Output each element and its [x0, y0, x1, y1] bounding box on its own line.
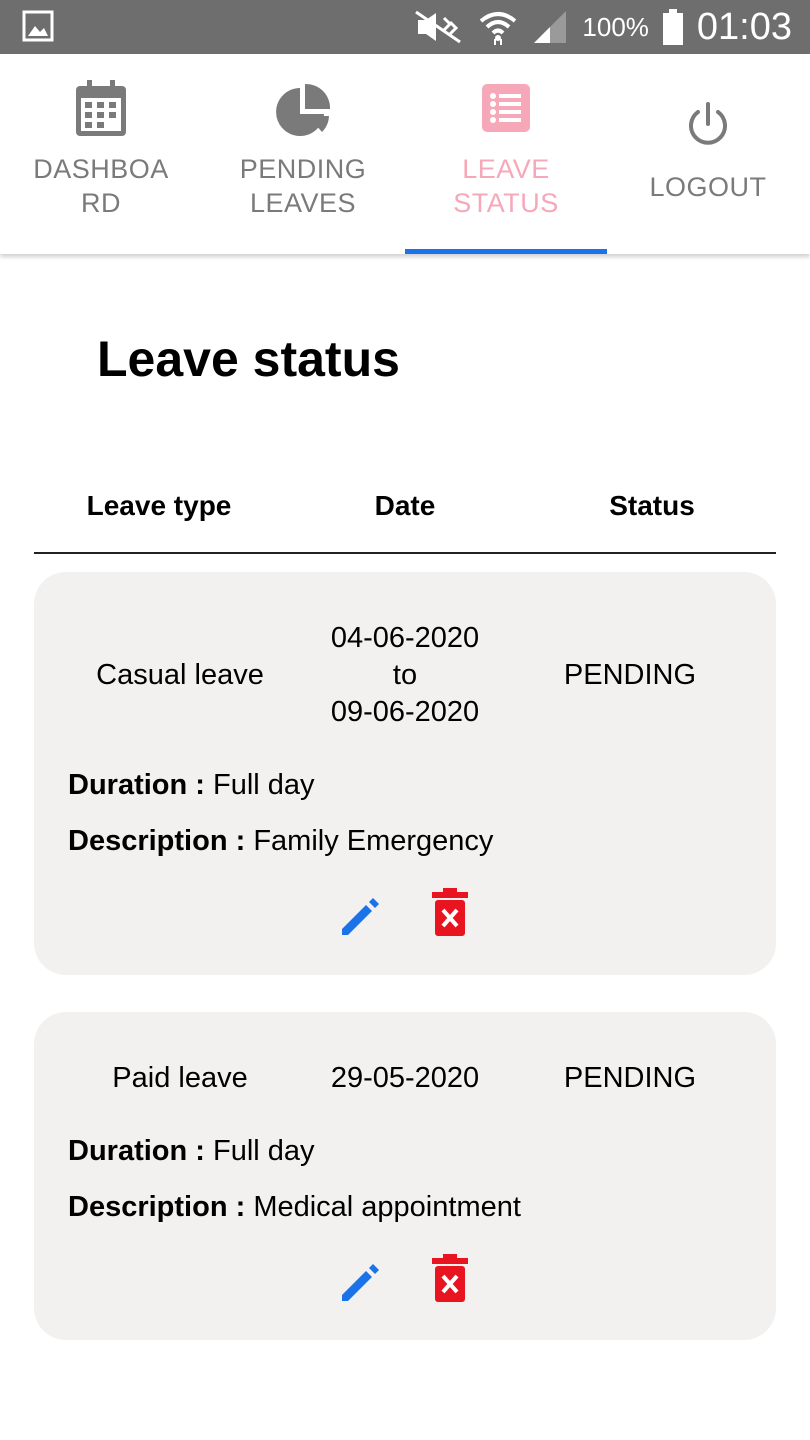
tab-leave-status-label: LEAVE STATUS	[453, 154, 559, 218]
tab-leave-status[interactable]: LEAVE STATUS	[405, 54, 607, 254]
signal-icon	[534, 11, 567, 43]
edit-icon[interactable]	[338, 1256, 382, 1306]
clock: 01:03	[696, 5, 792, 48]
power-icon	[689, 102, 727, 145]
wifi-icon	[480, 12, 517, 45]
description-row: Description : Medical appointment	[68, 1191, 521, 1224]
battery-percent: 100%	[582, 11, 649, 42]
top-tab-bar: DASHBOA RD PENDING LEAVES LEAVE STATUS L…	[0, 54, 810, 254]
duration-value: Full day	[213, 1135, 315, 1167]
description-row: Description : Family Emergency	[68, 825, 493, 858]
header-date: Date	[374, 490, 436, 521]
delete-icon[interactable]	[428, 1254, 472, 1304]
header-leave-type: Leave type	[86, 490, 232, 521]
mute-icon	[415, 10, 462, 44]
duration-value: Full day	[213, 769, 315, 801]
leave-date-separator: to	[392, 659, 418, 691]
edit-icon[interactable]	[338, 890, 382, 940]
leave-date-from: 04-06-2020	[330, 622, 480, 654]
page-title: Leave status	[97, 331, 400, 387]
active-tab-indicator	[405, 249, 607, 254]
description-label: Description :	[68, 1191, 246, 1223]
delete-icon[interactable]	[428, 888, 472, 938]
leave-date: 29-05-2020	[330, 1062, 480, 1094]
tab-dashboard-label: DASHBOA RD	[33, 154, 169, 218]
tab-logout[interactable]: LOGOUT	[607, 54, 809, 254]
leave-status: PENDING	[563, 659, 697, 691]
tab-dashboard[interactable]: DASHBOA RD	[0, 54, 202, 254]
leave-date-to: 09-06-2020	[330, 696, 480, 728]
leave-card: Casual leave 04-06-2020 to 09-06-2020 PE…	[34, 572, 776, 975]
tab-pending-leaves[interactable]: PENDING LEAVES	[202, 54, 404, 254]
pie-chart-icon	[276, 83, 331, 136]
leave-status: PENDING	[563, 1062, 697, 1094]
list-icon	[482, 84, 530, 132]
description-label: Description :	[68, 825, 246, 857]
duration-label: Duration :	[68, 769, 205, 801]
leave-card: Paid leave 29-05-2020 PENDING Duration :…	[34, 1012, 776, 1340]
header-status: Status	[609, 490, 695, 521]
duration-label: Duration :	[68, 1135, 205, 1167]
calendar-icon	[76, 80, 126, 136]
tab-pending-leaves-label: PENDING LEAVES	[239, 154, 367, 218]
tab-logout-label: LOGOUT	[649, 172, 767, 202]
duration-row: Duration : Full day	[68, 1135, 315, 1168]
table-header: Leave type Date Status	[34, 490, 776, 554]
description-value: Family Emergency	[253, 825, 494, 857]
description-value: Medical appointment	[253, 1191, 521, 1223]
gallery-notification-icon	[22, 10, 54, 42]
battery-icon	[662, 9, 683, 45]
duration-row: Duration : Full day	[68, 769, 315, 802]
leave-type: Casual leave	[96, 659, 264, 691]
leave-type: Paid leave	[112, 1062, 248, 1094]
status-bar: 100% 01:03	[0, 0, 810, 54]
